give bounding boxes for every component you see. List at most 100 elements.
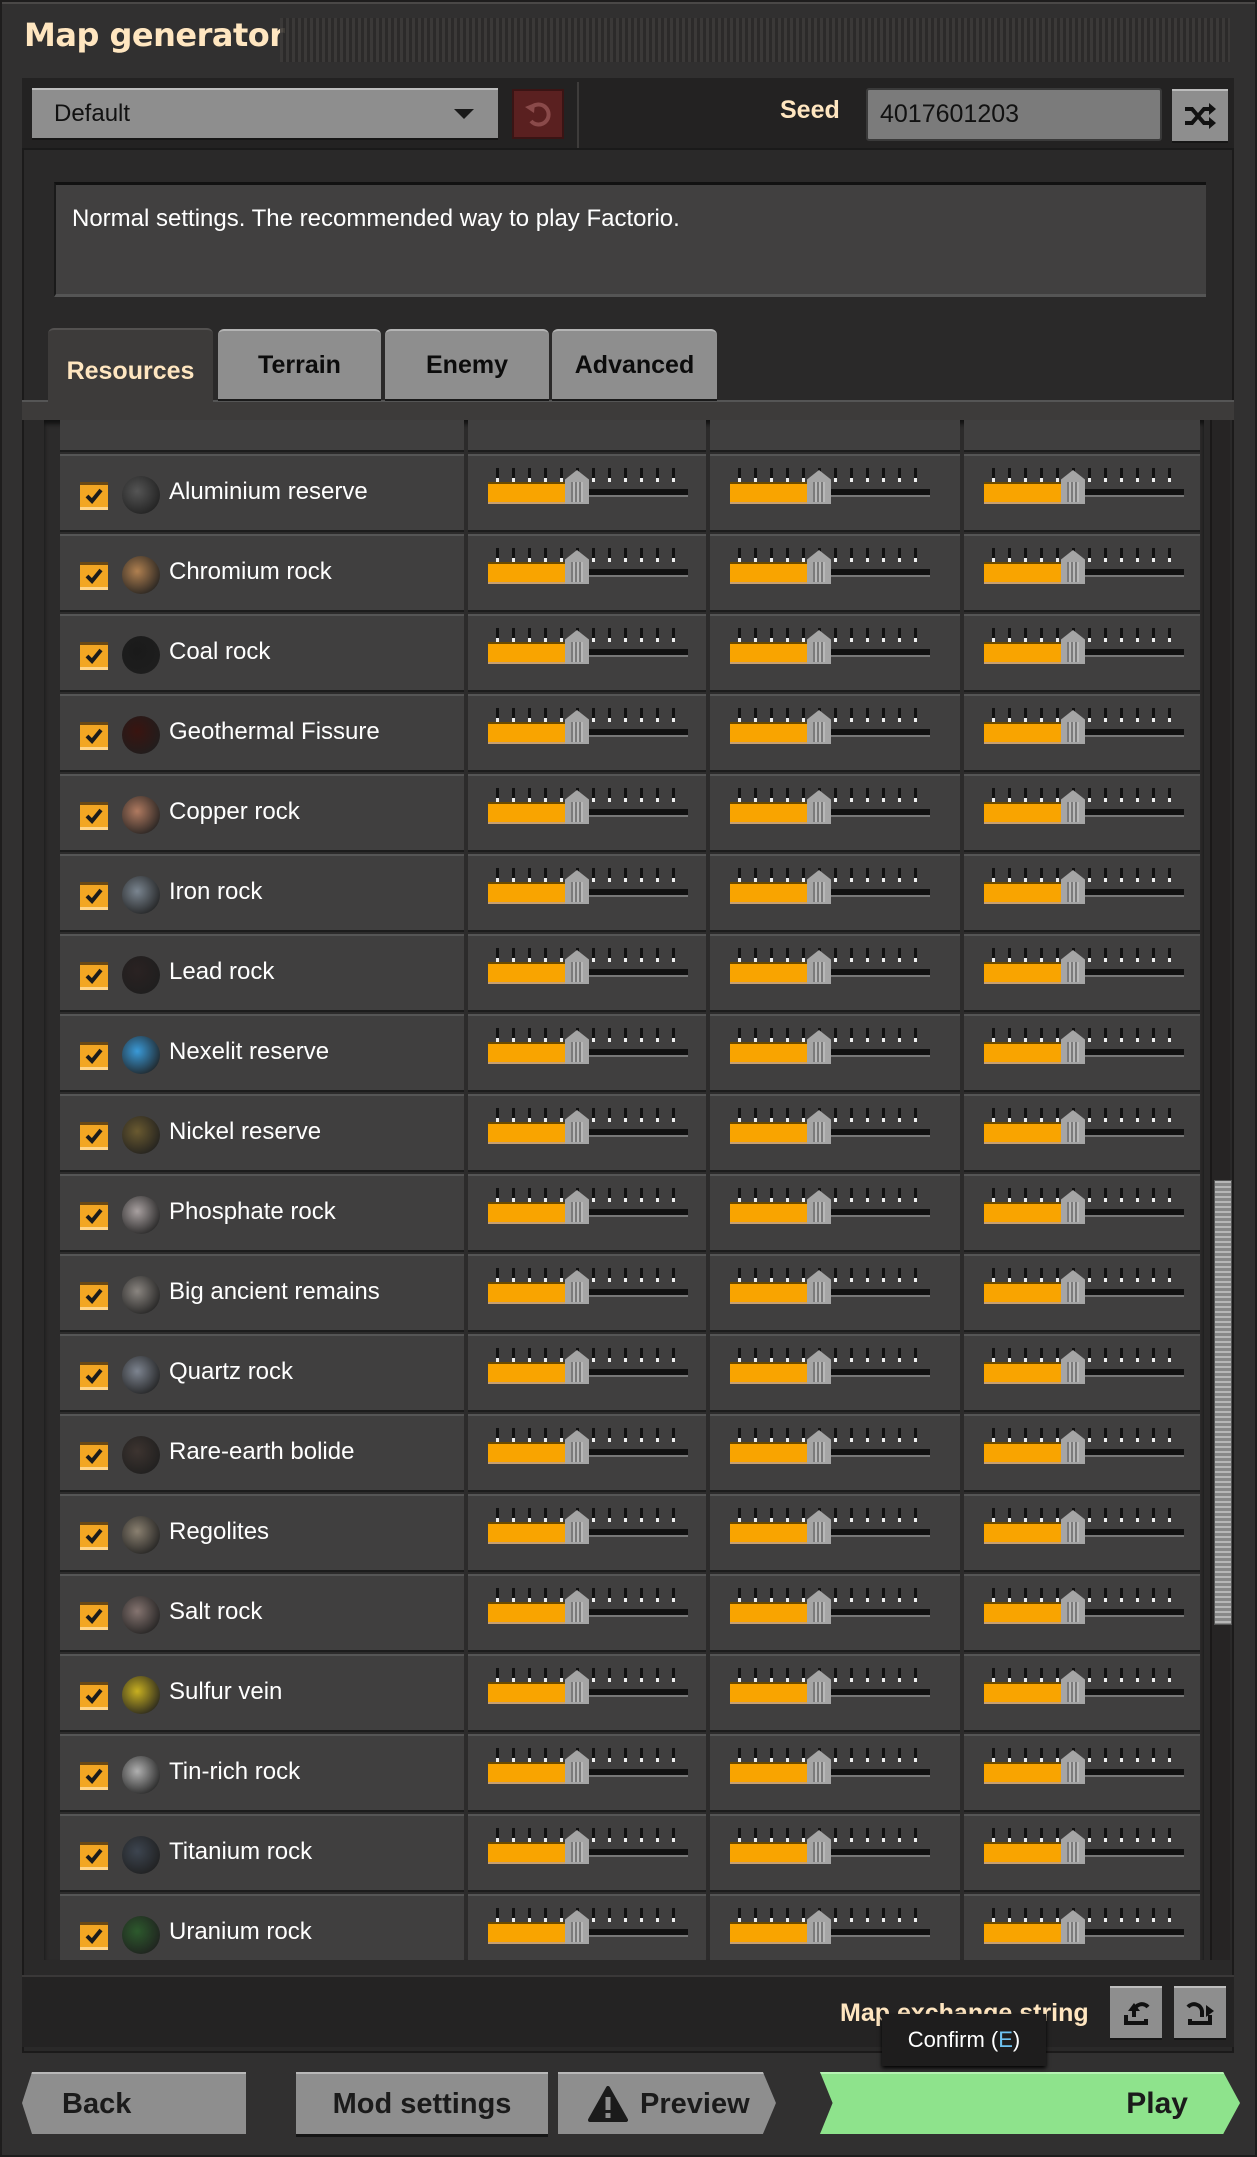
mod-settings-button[interactable]: Mod settings (296, 2072, 548, 2134)
reset-preset-button[interactable] (512, 89, 564, 139)
window-drag-handle[interactable] (280, 18, 1230, 62)
resource-slider[interactable] (984, 948, 1184, 1002)
resource-slider[interactable] (730, 1588, 930, 1642)
resource-enabled-checkbox[interactable] (80, 722, 108, 750)
resource-slider[interactable] (730, 1748, 930, 1802)
resource-slider[interactable] (488, 868, 688, 922)
resource-slider[interactable] (730, 1348, 930, 1402)
resource-slider[interactable] (730, 1668, 930, 1722)
resource-enabled-checkbox[interactable] (80, 1122, 108, 1150)
scrollbar-thumb[interactable] (1214, 1180, 1232, 1625)
slider-tick (834, 1108, 837, 1122)
resource-enabled-checkbox[interactable] (80, 1602, 108, 1630)
resource-slider[interactable] (984, 788, 1184, 842)
resource-enabled-checkbox[interactable] (80, 1762, 108, 1790)
resource-slider[interactable] (488, 1828, 688, 1882)
resource-slider[interactable] (730, 548, 930, 602)
resource-enabled-checkbox[interactable] (80, 1362, 108, 1390)
resource-slider[interactable] (488, 1028, 688, 1082)
resource-slider[interactable] (984, 868, 1184, 922)
resource-slider[interactable] (730, 1268, 930, 1322)
tab-resources[interactable]: Resources (48, 328, 213, 412)
resource-slider[interactable] (730, 868, 930, 922)
slider-tick (770, 468, 773, 482)
resource-slider[interactable] (984, 1028, 1184, 1082)
resource-enabled-checkbox[interactable] (80, 1202, 108, 1230)
resource-slider[interactable] (730, 1188, 930, 1242)
resource-slider[interactable] (984, 1508, 1184, 1562)
resource-slider[interactable] (488, 1108, 688, 1162)
resource-slider[interactable] (488, 468, 688, 522)
resource-slider[interactable] (488, 1748, 688, 1802)
resource-slider[interactable] (488, 1268, 688, 1322)
resource-slider[interactable] (488, 1668, 688, 1722)
resource-name-cell: Geothermal Fissure (60, 694, 464, 772)
resource-slider[interactable] (984, 1828, 1184, 1882)
resource-enabled-checkbox[interactable] (80, 962, 108, 990)
resource-slider[interactable] (984, 1108, 1184, 1162)
slider-tick (640, 1828, 643, 1842)
resource-slider[interactable] (488, 708, 688, 762)
resource-slider[interactable] (984, 468, 1184, 522)
resource-slider[interactable] (730, 1828, 930, 1882)
resource-slider[interactable] (730, 1508, 930, 1562)
resource-slider[interactable] (984, 1268, 1184, 1322)
resource-slider[interactable] (984, 548, 1184, 602)
resource-slider[interactable] (730, 948, 930, 1002)
resource-slider[interactable] (984, 628, 1184, 682)
preset-dropdown[interactable]: Default (32, 88, 498, 138)
resource-enabled-checkbox[interactable] (80, 1842, 108, 1870)
resource-slider[interactable] (730, 708, 930, 762)
resource-slider[interactable] (488, 628, 688, 682)
resource-enabled-checkbox[interactable] (80, 1042, 108, 1070)
resource-slider[interactable] (488, 1348, 688, 1402)
resource-slider[interactable] (488, 1508, 688, 1562)
resource-enabled-checkbox[interactable] (80, 802, 108, 830)
resource-enabled-checkbox[interactable] (80, 1682, 108, 1710)
resource-slider[interactable] (488, 788, 688, 842)
resource-slider[interactable] (730, 1028, 930, 1082)
preview-button[interactable]: Preview (558, 2072, 776, 2134)
resource-slider[interactable] (984, 708, 1184, 762)
resource-slider[interactable] (488, 1908, 688, 1960)
resource-enabled-checkbox[interactable] (80, 1282, 108, 1310)
resource-enabled-checkbox[interactable] (80, 562, 108, 590)
resource-slider[interactable] (984, 1588, 1184, 1642)
resource-enabled-checkbox[interactable] (80, 1442, 108, 1470)
resource-slider[interactable] (984, 1748, 1184, 1802)
tab-enemy[interactable]: Enemy (385, 329, 549, 399)
resource-slider[interactable] (488, 1188, 688, 1242)
slider-tick (1008, 1668, 1011, 1682)
play-button[interactable]: Play (820, 2072, 1240, 2134)
resource-slider[interactable] (984, 1188, 1184, 1242)
resource-slider[interactable] (730, 1108, 930, 1162)
tab-terrain[interactable]: Terrain (218, 329, 381, 399)
resource-slider[interactable] (730, 468, 930, 522)
resource-slider[interactable] (984, 1908, 1184, 1960)
resource-slider[interactable] (488, 1588, 688, 1642)
resource-enabled-checkbox[interactable] (80, 1522, 108, 1550)
slider-fill (984, 1602, 1070, 1624)
resource-enabled-checkbox[interactable] (80, 1922, 108, 1950)
resource-slider[interactable] (488, 948, 688, 1002)
randomize-seed-button[interactable] (1172, 89, 1228, 141)
resource-slider[interactable] (730, 628, 930, 682)
slider-tick (850, 948, 853, 962)
resource-slider[interactable] (730, 1428, 930, 1482)
tab-advanced[interactable]: Advanced (552, 329, 717, 399)
resource-enabled-checkbox[interactable] (80, 882, 108, 910)
import-exchange-string-button[interactable] (1110, 1986, 1162, 2038)
resource-slider[interactable] (730, 788, 930, 842)
resource-slider[interactable] (984, 1428, 1184, 1482)
resource-slider[interactable] (488, 1428, 688, 1482)
back-button[interactable]: Back (22, 2072, 246, 2134)
resource-slider[interactable] (730, 1908, 930, 1960)
seed-input[interactable]: 4017601203 (866, 88, 1162, 141)
resource-slider[interactable] (488, 548, 688, 602)
resource-slider[interactable] (984, 1668, 1184, 1722)
resource-enabled-checkbox[interactable] (80, 482, 108, 510)
resource-enabled-checkbox[interactable] (80, 642, 108, 670)
export-exchange-string-button[interactable] (1174, 1986, 1226, 2038)
slider-tick (770, 1028, 773, 1042)
resource-slider[interactable] (984, 1348, 1184, 1402)
